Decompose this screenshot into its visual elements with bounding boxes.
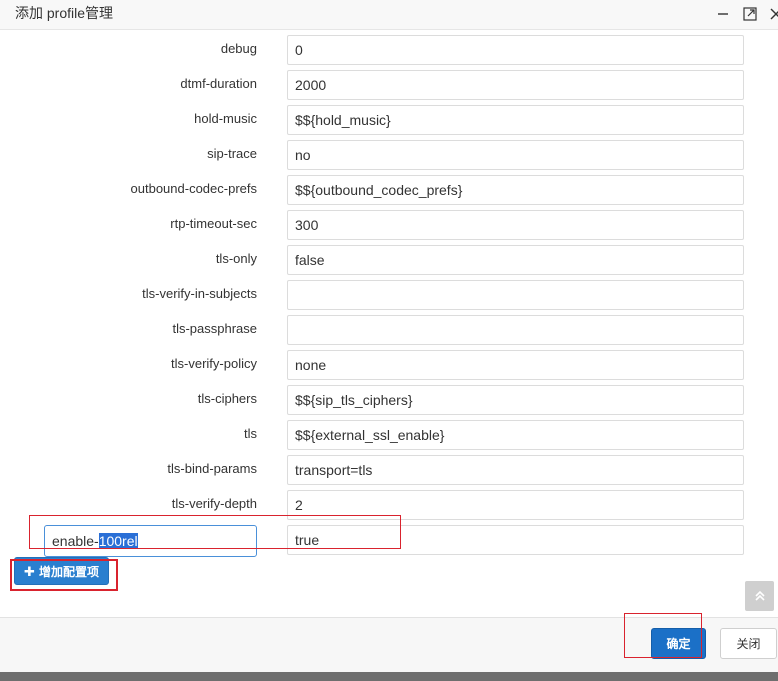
form-row: tls-passphrase <box>0 310 778 345</box>
field-input[interactable]: $${hold_music} <box>287 105 744 135</box>
custom-value-input[interactable]: true <box>287 525 744 555</box>
profile-dialog: 添加 profile管理 debug 0 dtmf-duration 2000 <box>0 0 778 681</box>
field-input[interactable]: false <box>287 245 744 275</box>
form-row: tls-verify-depth 2 <box>0 485 778 520</box>
field-label: tls-verify-in-subjects <box>142 286 257 301</box>
field-input[interactable]: 2000 <box>287 70 744 100</box>
field-label: debug <box>220 41 257 56</box>
field-input[interactable]: 300 <box>287 210 744 240</box>
field-label: dtmf-duration <box>180 76 257 91</box>
dialog-titlebar: 添加 profile管理 <box>0 0 778 30</box>
form-row: tls-bind-params transport=tls <box>0 450 778 485</box>
form-row: tls-only false <box>0 240 778 275</box>
field-label: tls-passphrase <box>172 321 257 336</box>
field-input[interactable]: none <box>287 350 744 380</box>
field-label: sip-trace <box>207 146 257 161</box>
field-input[interactable]: 0 <box>287 35 744 65</box>
bottom-strip <box>0 672 778 681</box>
field-input[interactable]: no <box>287 140 744 170</box>
field-label: tls-verify-policy <box>171 356 257 371</box>
field-label: rtp-timeout-sec <box>170 216 257 231</box>
custom-key-input[interactable]: enable-100rel <box>44 525 257 557</box>
add-config-button[interactable]: ✚ 增加配置项 <box>14 557 109 585</box>
maximize-icon[interactable] <box>741 5 759 23</box>
field-input[interactable] <box>287 315 744 345</box>
close-icon[interactable] <box>767 5 778 23</box>
form-row: debug 0 <box>0 30 778 65</box>
ok-button[interactable]: 确定 <box>651 628 706 659</box>
dialog-title: 添加 profile管理 <box>15 5 114 21</box>
field-input[interactable]: $${external_ssl_enable} <box>287 420 744 450</box>
close-button[interactable]: 关闭 <box>720 628 777 659</box>
field-input[interactable]: $${sip_tls_ciphers} <box>287 385 744 415</box>
form-row: tls-verify-in-subjects <box>0 275 778 310</box>
field-label: tls-bind-params <box>167 461 257 476</box>
custom-key-selection: 100rel <box>98 533 138 549</box>
plus-icon: ✚ <box>24 563 35 579</box>
custom-key-prefix: enable- <box>52 533 99 549</box>
field-label: tls <box>244 426 257 441</box>
add-config-label: 增加配置项 <box>38 564 99 579</box>
field-input[interactable]: transport=tls <box>287 455 744 485</box>
form-row: outbound-codec-prefs $${outbound_codec_p… <box>0 170 778 205</box>
field-input[interactable]: 2 <box>287 490 744 520</box>
field-label: hold-music <box>194 111 257 126</box>
minimize-icon[interactable] <box>714 5 732 23</box>
form-row: sip-trace no <box>0 135 778 170</box>
field-label: tls-verify-depth <box>171 496 257 511</box>
scroll-top-button[interactable] <box>745 581 774 611</box>
form-row: dtmf-duration 2000 <box>0 65 778 100</box>
form-row: hold-music $${hold_music} <box>0 100 778 135</box>
field-input[interactable]: $${outbound_codec_prefs} <box>287 175 744 205</box>
field-label: outbound-codec-prefs <box>130 181 257 196</box>
form-row: tls $${external_ssl_enable} <box>0 415 778 450</box>
double-chevron-up-icon <box>754 590 765 601</box>
field-input[interactable] <box>287 280 744 310</box>
form-row: rtp-timeout-sec 300 <box>0 205 778 240</box>
field-label: tls-only <box>215 251 257 266</box>
field-label: tls-ciphers <box>197 391 257 406</box>
form-row: tls-ciphers $${sip_tls_ciphers} <box>0 380 778 415</box>
form-row: tls-verify-policy none <box>0 345 778 380</box>
